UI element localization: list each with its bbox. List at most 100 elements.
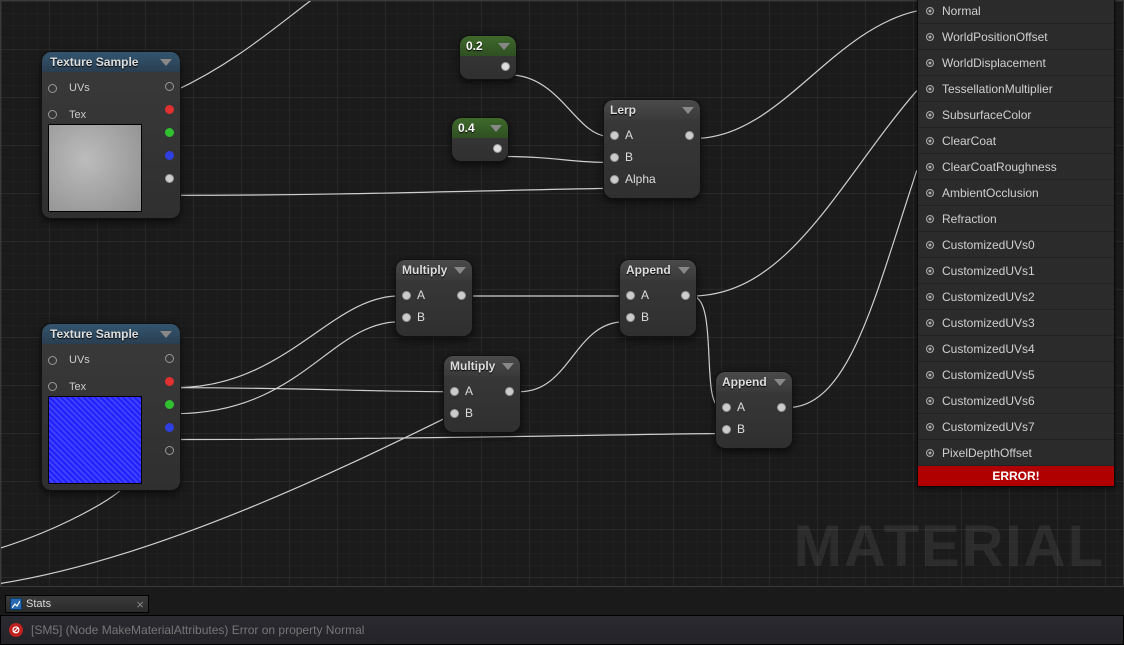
attr-row-customizeduvs0[interactable]: CustomizedUVs0 [918, 232, 1114, 258]
attr-label: PixelDepthOffset [942, 446, 1032, 460]
pin-out-r[interactable] [165, 377, 174, 386]
attr-label: CustomizedUVs0 [942, 238, 1035, 252]
attr-row-worlddisplacement[interactable]: WorldDisplacement [918, 50, 1114, 76]
attr-pin[interactable] [926, 59, 934, 67]
pin-out-a[interactable] [165, 174, 174, 183]
attr-pin[interactable] [926, 189, 934, 197]
pin-out[interactable] [685, 131, 694, 140]
pin-out-g[interactable] [165, 400, 174, 409]
node-title: Texture Sample [42, 324, 180, 344]
pin-out[interactable] [501, 62, 510, 71]
pin-in-b[interactable] [610, 153, 619, 162]
error-icon: ⊘ [9, 623, 23, 637]
node-multiply-1[interactable]: Multiply A B [395, 259, 473, 337]
pin-out-rgb[interactable] [165, 82, 174, 91]
attr-pin[interactable] [926, 33, 934, 41]
collapse-icon[interactable] [160, 59, 172, 66]
node-constant-02[interactable]: 0.2 [459, 35, 517, 80]
attr-row-customizeduvs5[interactable]: CustomizedUVs5 [918, 362, 1114, 388]
pin-in-alpha[interactable] [610, 175, 619, 184]
pin-in-b[interactable] [402, 313, 411, 322]
texture-thumbnail[interactable] [48, 396, 142, 484]
attr-pin[interactable] [926, 293, 934, 301]
pin-in-uvs[interactable] [48, 84, 57, 93]
collapse-icon[interactable] [490, 125, 502, 132]
pin-in-a[interactable] [722, 403, 731, 412]
node-multiply-2[interactable]: Multiply A B [443, 355, 521, 433]
pin-out[interactable] [493, 144, 502, 153]
attr-row-ambientocclusion[interactable]: AmbientOcclusion [918, 180, 1114, 206]
collapse-icon[interactable] [454, 267, 466, 274]
attr-pin[interactable] [926, 319, 934, 327]
node-title-label: Append [626, 263, 671, 277]
close-icon[interactable]: × [136, 598, 144, 611]
pin-in-b[interactable] [450, 409, 459, 418]
pin-out[interactable] [457, 291, 466, 300]
node-texture-sample-2[interactable]: Texture Sample UVs Tex [41, 323, 181, 491]
pin-out-b[interactable] [165, 423, 174, 432]
attr-row-customizeduvs2[interactable]: CustomizedUVs2 [918, 284, 1114, 310]
collapse-icon[interactable] [160, 331, 172, 338]
attr-pin[interactable] [926, 163, 934, 171]
node-texture-sample-1[interactable]: Texture Sample UVs Tex [41, 51, 181, 219]
attr-pin[interactable] [926, 85, 934, 93]
node-constant-04[interactable]: 0.4 [451, 117, 509, 162]
attr-pin[interactable] [926, 137, 934, 145]
attr-row-customizeduvs1[interactable]: CustomizedUVs1 [918, 258, 1114, 284]
node-lerp[interactable]: Lerp A B Alpha [603, 99, 701, 199]
pin-out[interactable] [505, 387, 514, 396]
attr-row-customizeduvs3[interactable]: CustomizedUVs3 [918, 310, 1114, 336]
pin-in-uvs[interactable] [48, 356, 57, 365]
attr-row-clearcoatroughness[interactable]: ClearCoatRoughness [918, 154, 1114, 180]
pin-out-rgb[interactable] [165, 354, 174, 363]
material-graph-canvas[interactable]: Texture Sample UVs Tex Texture Sample UV… [0, 0, 1124, 587]
attr-pin[interactable] [926, 423, 934, 431]
attr-pin[interactable] [926, 449, 934, 457]
attr-pin[interactable] [926, 215, 934, 223]
pin-out-b[interactable] [165, 151, 174, 160]
node-append-2[interactable]: Append A B [715, 371, 793, 449]
watermark-label: MATERIAL [794, 513, 1105, 580]
pin-out-a[interactable] [165, 446, 174, 455]
pin-out[interactable] [777, 403, 786, 412]
pin-in-a[interactable] [450, 387, 459, 396]
attr-row-customizeduvs6[interactable]: CustomizedUVs6 [918, 388, 1114, 414]
attr-pin[interactable] [926, 7, 934, 15]
pin-out-g[interactable] [165, 128, 174, 137]
pin-in-a[interactable] [610, 131, 619, 140]
collapse-icon[interactable] [774, 379, 786, 386]
attr-label: CustomizedUVs7 [942, 420, 1035, 434]
pin-out-r[interactable] [165, 105, 174, 114]
attr-row-customizeduvs7[interactable]: CustomizedUVs7 [918, 414, 1114, 440]
attr-row-clearcoat[interactable]: ClearCoat [918, 128, 1114, 154]
attr-pin[interactable] [926, 397, 934, 405]
attr-row-pixeldepthoffset[interactable]: PixelDepthOffset [918, 440, 1114, 466]
collapse-icon[interactable] [502, 363, 514, 370]
attr-row-subsurfacecolor[interactable]: SubsurfaceColor [918, 102, 1114, 128]
collapse-icon[interactable] [678, 267, 690, 274]
attr-row-customizeduvs4[interactable]: CustomizedUVs4 [918, 336, 1114, 362]
attr-row-tessellationmultiplier[interactable]: TessellationMultiplier [918, 76, 1114, 102]
node-append-1[interactable]: Append A B [619, 259, 697, 337]
attr-pin[interactable] [926, 241, 934, 249]
attr-pin[interactable] [926, 371, 934, 379]
node-title: Texture Sample [42, 52, 180, 72]
pin-in-b[interactable] [722, 425, 731, 434]
texture-thumbnail[interactable] [48, 124, 142, 212]
pin-in-a[interactable] [402, 291, 411, 300]
material-attributes-panel[interactable]: NormalWorldPositionOffsetWorldDisplaceme… [917, 0, 1115, 487]
attr-row-refraction[interactable]: Refraction [918, 206, 1114, 232]
stats-tab[interactable]: Stats × [5, 595, 149, 613]
attr-pin[interactable] [926, 111, 934, 119]
attr-pin[interactable] [926, 345, 934, 353]
collapse-icon[interactable] [498, 43, 510, 50]
attr-row-normal[interactable]: Normal [918, 0, 1114, 24]
pin-out[interactable] [681, 291, 690, 300]
collapse-icon[interactable] [682, 107, 694, 114]
pin-in-tex[interactable] [48, 110, 57, 119]
attr-pin[interactable] [926, 267, 934, 275]
pin-in-a[interactable] [626, 291, 635, 300]
attr-row-worldpositionoffset[interactable]: WorldPositionOffset [918, 24, 1114, 50]
pin-in-b[interactable] [626, 313, 635, 322]
pin-in-tex[interactable] [48, 382, 57, 391]
